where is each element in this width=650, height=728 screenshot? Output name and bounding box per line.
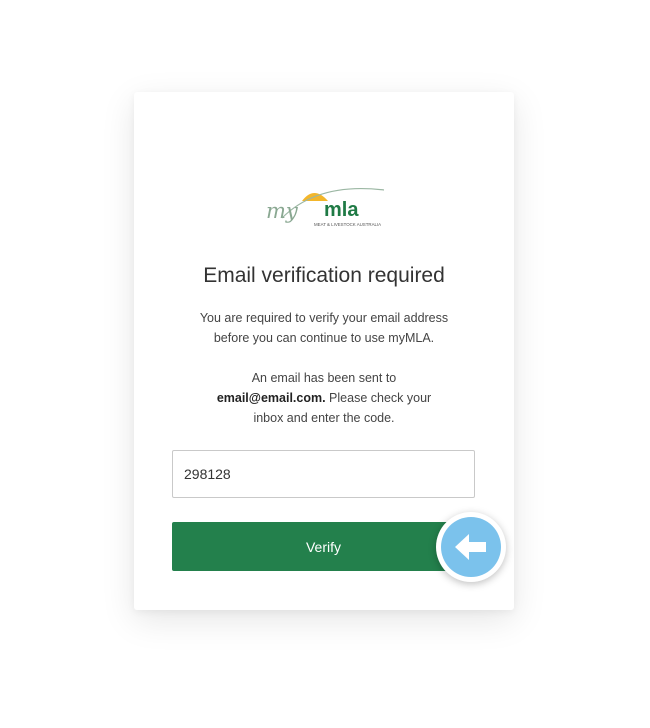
email-sent-line-1: An email has been sent to [251,371,397,385]
logo-my-text: my [266,199,299,223]
instruction-line-1: You are required to verify your email ad… [199,311,449,325]
pointer-badge [436,512,506,582]
email-sent-line-3: inbox and enter the code. [253,411,395,425]
verification-code-input[interactable] [172,450,475,498]
email-address: email@email.com. [216,391,326,405]
page-title: Email verification required [203,264,445,287]
email-sent-text: An email has been sent to email@email.co… [174,368,474,428]
verify-button[interactable]: Verify [172,522,475,571]
instruction-line-2: before you can continue to use myMLA. [213,331,435,345]
logo-mla-text: mla [324,199,359,221]
instruction-text: You are required to verify your email ad… [174,308,474,348]
email-sent-line-2: Please check your [325,391,432,405]
mymla-logo: my mla MEAT & LIVESTOCK AUSTRALIA [266,187,385,227]
arrow-left-icon [455,534,486,560]
logo-tagline: MEAT & LIVESTOCK AUSTRALIA [314,222,381,227]
